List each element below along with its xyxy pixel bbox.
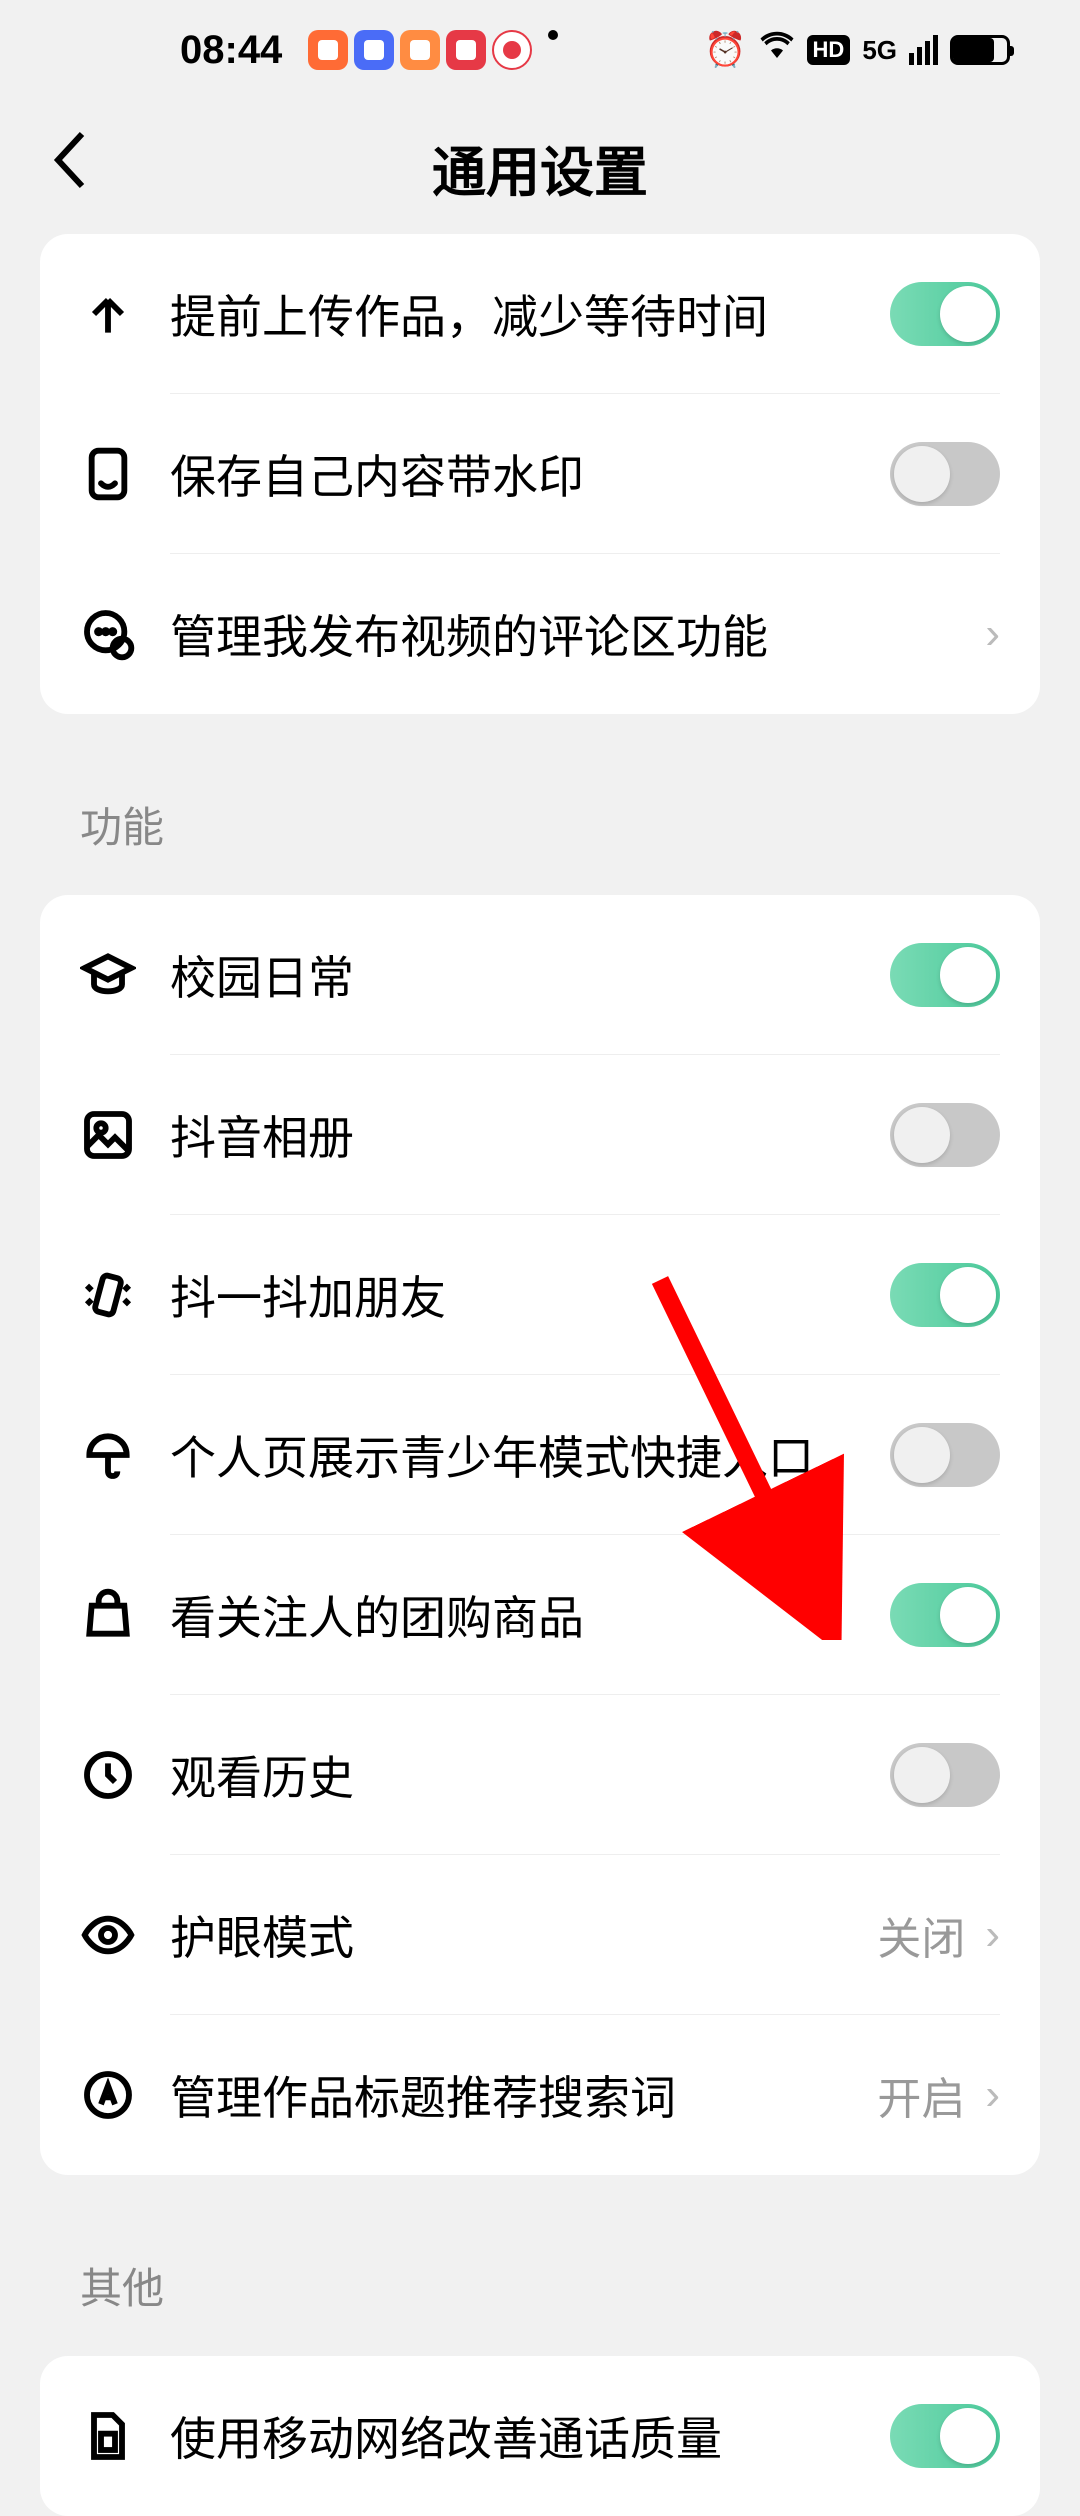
settings-row-campus[interactable]: 校园日常 [40,895,1040,1055]
settings-row-group-buy[interactable]: 看关注人的团购商品 [40,1535,1040,1695]
row-label: 看关注人的团购商品 [170,1582,890,1648]
image-icon [80,1107,136,1163]
settings-row-shake[interactable]: 抖一抖加朋友 [40,1215,1040,1375]
page-title: 通用设置 [432,128,648,207]
toggle-watermark[interactable] [890,442,1000,506]
sim-icon [80,2408,136,2464]
settings-row-preupload[interactable]: 提前上传作品，减少等待时间 [40,234,1040,394]
toggle-album[interactable] [890,1103,1000,1167]
status-bar-right: ⏰ HD 5G [704,28,1010,73]
settings-card-functions: 校园日常 抖音相册 抖一抖加朋友 个人页展示青少年模式快捷入口 看关注人的团购商… [40,895,1040,2175]
row-label: 提前上传作品，减少等待时间 [170,281,890,347]
back-button[interactable] [50,130,90,204]
toggle-watch-history[interactable] [890,1743,1000,1807]
graduation-icon [80,947,136,1003]
settings-row-watermark[interactable]: 保存自己内容带水印 [40,394,1040,554]
settings-row-eye-care[interactable]: 护眼模式 关闭 › [40,1855,1040,2015]
row-label: 校园日常 [170,942,890,1008]
section-header-other: 其他 [0,2225,1080,2356]
settings-card-other: 使用移动网络改善通话质量 [40,2356,1040,2516]
toggle-teen-shortcut[interactable] [890,1423,1000,1487]
row-label: 保存自己内容带水印 [170,441,890,507]
row-label: 观看历史 [170,1742,890,1808]
settings-row-teen-shortcut[interactable]: 个人页展示青少年模式快捷入口 [40,1375,1040,1535]
network-type: 5G [862,35,897,66]
umbrella-icon [80,1427,136,1483]
alarm-icon: ⏰ [704,30,746,70]
status-app-icon [446,30,486,70]
row-value: 关闭 [877,1903,965,1967]
row-label: 使用移动网络改善通话质量 [170,2403,890,2469]
settings-row-comments[interactable]: 管理我发布视频的评论区功能 › [40,554,1040,714]
battery-icon [950,35,1010,65]
row-label: 护眼模式 [170,1902,877,1968]
status-app-icon [354,30,394,70]
clock-icon [80,1747,136,1803]
row-label: 抖音相册 [170,1102,890,1168]
chevron-right-icon: › [985,2070,1000,2120]
settings-row-album[interactable]: 抖音相册 [40,1055,1040,1215]
shake-icon [80,1267,136,1323]
status-app-icons [308,30,558,70]
toggle-campus[interactable] [890,943,1000,1007]
status-app-icon [492,30,532,70]
row-label: 管理我发布视频的评论区功能 [170,601,985,667]
row-label: 管理作品标题推荐搜索词 [170,2062,877,2128]
chevron-right-icon: › [985,1910,1000,1960]
toggle-shake[interactable] [890,1263,1000,1327]
status-app-icon [308,30,348,70]
toggle-preupload[interactable] [890,282,1000,346]
status-bar: 08:44 ⏰ HD 5G [0,0,1080,100]
page-header: 通用设置 [0,100,1080,244]
signal-icon [909,35,938,65]
toggle-group-buy[interactable] [890,1583,1000,1647]
section-header-functions: 功能 [0,764,1080,895]
settings-row-watch-history[interactable]: 观看历史 [40,1695,1040,1855]
eye-icon [80,1907,136,1963]
wifi-icon [759,28,795,73]
row-label: 抖一抖加朋友 [170,1262,890,1328]
status-bar-left: 08:44 [180,28,558,73]
status-more-dot [548,30,558,40]
upload-icon [80,286,136,342]
status-time: 08:44 [180,28,282,73]
settings-row-mobile-quality[interactable]: 使用移动网络改善通话质量 [40,2356,1040,2516]
hd-badge: HD [807,35,851,65]
row-label: 个人页展示青少年模式快捷入口 [170,1422,890,1488]
settings-card-upload: 提前上传作品，减少等待时间 保存自己内容带水印 管理我发布视频的评论区功能 › [40,234,1040,714]
status-app-icon [400,30,440,70]
bag-icon [80,1587,136,1643]
phone-icon [80,446,136,502]
a-circle-icon [80,2067,136,2123]
settings-row-search-words[interactable]: 管理作品标题推荐搜索词 开启 › [40,2015,1040,2175]
chat-settings-icon [80,606,136,662]
row-value: 开启 [877,2063,965,2127]
chevron-right-icon: › [985,609,1000,659]
toggle-mobile-quality[interactable] [890,2404,1000,2468]
